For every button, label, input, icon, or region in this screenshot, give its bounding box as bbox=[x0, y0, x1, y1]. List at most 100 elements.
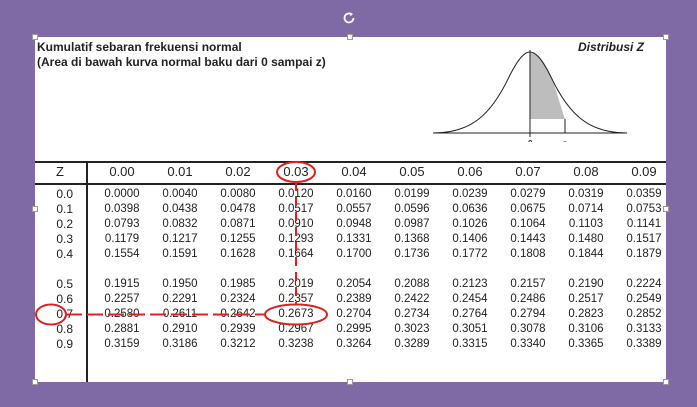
table-cell: 0.1879 bbox=[626, 248, 662, 260]
table-cell: 0.0478 bbox=[220, 203, 256, 215]
table-cell: 0.1480 bbox=[568, 233, 604, 245]
table-cell: 0.1064 bbox=[510, 218, 546, 230]
column-header: 0.03 bbox=[283, 164, 309, 179]
table-cell: 0.1808 bbox=[510, 248, 546, 260]
column-header: 0.06 bbox=[457, 164, 483, 179]
table-cell: 0.1664 bbox=[278, 248, 314, 260]
table-cell: 0.0557 bbox=[336, 203, 372, 215]
resize-handle-top[interactable] bbox=[347, 34, 353, 40]
column-header: 0.05 bbox=[399, 164, 425, 179]
table-cell: 0.1950 bbox=[162, 278, 198, 290]
table-cell: 0.1517 bbox=[626, 233, 662, 245]
row-z-value: 0.7 bbox=[56, 307, 73, 321]
table-cell: 0.3051 bbox=[452, 323, 488, 335]
table-cell: 0.0359 bbox=[626, 188, 662, 200]
table-cell: 0.1591 bbox=[162, 248, 198, 260]
resize-handle-bottom[interactable] bbox=[347, 379, 353, 385]
table-cell: 0.2454 bbox=[452, 293, 488, 305]
row-z-value: 0.3 bbox=[56, 232, 73, 246]
row-z-value: 0.8 bbox=[56, 322, 73, 336]
column-header: 0.04 bbox=[341, 164, 367, 179]
table-cell: 0.1217 bbox=[162, 233, 198, 245]
table-cell: 0.0040 bbox=[162, 188, 198, 200]
resize-handle-bottom-left[interactable] bbox=[32, 379, 38, 385]
table-cell: 0.0239 bbox=[452, 188, 488, 200]
selected-image[interactable]: Kumulatif sebaran frekuensi normal (Area… bbox=[35, 37, 666, 382]
table-cell: 0.3186 bbox=[162, 338, 198, 350]
table-cell: 0.2995 bbox=[336, 323, 372, 335]
table-cell: 0.1554 bbox=[104, 248, 140, 260]
table-cell: 0.1700 bbox=[336, 248, 372, 260]
table-cell: 0.0793 bbox=[104, 218, 140, 230]
table-cell: 0.0987 bbox=[394, 218, 430, 230]
table-cell: 0.2157 bbox=[510, 278, 546, 290]
table-cell: 0.0199 bbox=[394, 188, 430, 200]
table-cell: 0.2967 bbox=[278, 323, 314, 335]
normal-curve-diagram: 0 z bbox=[432, 50, 628, 142]
table-cell: 0.0160 bbox=[336, 188, 372, 200]
table-cell: 0.0120 bbox=[278, 188, 314, 200]
table-cell: 0.1628 bbox=[220, 248, 256, 260]
column-header: 0.09 bbox=[631, 164, 657, 179]
table-cell: 0.2764 bbox=[452, 308, 488, 320]
table-cell: 0.3315 bbox=[452, 338, 488, 350]
shaded-area bbox=[530, 53, 565, 119]
table-cell: 0.3133 bbox=[626, 323, 662, 335]
resize-handle-top-left[interactable] bbox=[32, 34, 38, 40]
table-cell: 0.0832 bbox=[162, 218, 198, 230]
table-cell: 0.0714 bbox=[568, 203, 604, 215]
table-cell: 0.2642 bbox=[220, 308, 256, 320]
table-cell: 0.3340 bbox=[510, 338, 546, 350]
table-cell: 0.0948 bbox=[336, 218, 372, 230]
table-cell: 0.3159 bbox=[104, 338, 140, 350]
table-cell: 0.1293 bbox=[278, 233, 314, 245]
table-cell: 0.2088 bbox=[394, 278, 430, 290]
resize-handle-top-right[interactable] bbox=[663, 34, 669, 40]
table-cell: 0.2673 bbox=[278, 308, 314, 320]
table-cell: 0.2704 bbox=[336, 308, 372, 320]
column-header: 0.01 bbox=[167, 164, 193, 179]
row-z-value: 0.0 bbox=[56, 187, 73, 201]
rotate-handle-icon[interactable] bbox=[341, 10, 357, 26]
table-cell: 0.2939 bbox=[220, 323, 256, 335]
table-cell: 0.1368 bbox=[394, 233, 430, 245]
table-cell: 0.2580 bbox=[104, 308, 140, 320]
table-cell: 0.2852 bbox=[626, 308, 662, 320]
table-cell: 0.2910 bbox=[162, 323, 198, 335]
table-cell: 0.1103 bbox=[568, 218, 604, 230]
resize-handle-right[interactable] bbox=[663, 206, 669, 212]
table-cell: 0.1255 bbox=[220, 233, 256, 245]
table-cell: 0.0080 bbox=[220, 188, 256, 200]
table-cell: 0.1736 bbox=[394, 248, 430, 260]
column-header: 0.07 bbox=[515, 164, 541, 179]
row-z-value: 0.5 bbox=[56, 277, 73, 291]
row-z-value: 0.9 bbox=[56, 337, 73, 351]
table-cell: 0.2549 bbox=[626, 293, 662, 305]
table-cell: 0.2123 bbox=[452, 278, 488, 290]
resize-handle-bottom-right[interactable] bbox=[663, 379, 669, 385]
table-title: Kumulatif sebaran frekuensi normal (Area… bbox=[37, 40, 326, 70]
table-cell: 0.0000 bbox=[104, 188, 140, 200]
table-cell: 0.2224 bbox=[626, 278, 662, 290]
table-cell: 0.1179 bbox=[104, 233, 140, 245]
table-cell: 0.3264 bbox=[336, 338, 372, 350]
table-cell: 0.3365 bbox=[568, 338, 604, 350]
table-cell: 0.0596 bbox=[394, 203, 430, 215]
table-cell: 0.0910 bbox=[278, 218, 314, 230]
z-header: Z bbox=[56, 164, 64, 179]
table-cell: 0.2486 bbox=[510, 293, 546, 305]
table-cell: 0.1915 bbox=[104, 278, 140, 290]
table-cell: 0.1985 bbox=[220, 278, 256, 290]
label-zero: 0 bbox=[528, 139, 533, 142]
table-cell: 0.2054 bbox=[336, 278, 372, 290]
table-cell: 0.0398 bbox=[104, 203, 140, 215]
table-cell: 0.0636 bbox=[452, 203, 488, 215]
table-cell: 0.1443 bbox=[510, 233, 546, 245]
table-cell: 0.2257 bbox=[104, 293, 140, 305]
z-table: Z 0.00 0.01 0.02 0.03 0.04 0.05 0.06 0.07 0.08 0.… bbox=[35, 161, 666, 382]
table-cell: 0.2881 bbox=[104, 323, 140, 335]
table-cell: 0.1026 bbox=[452, 218, 488, 230]
table-cell: 0.3212 bbox=[220, 338, 256, 350]
resize-handle-left[interactable] bbox=[32, 206, 38, 212]
title-line-2: (Area di bawah kurva normal baku dari 0 … bbox=[37, 55, 326, 69]
